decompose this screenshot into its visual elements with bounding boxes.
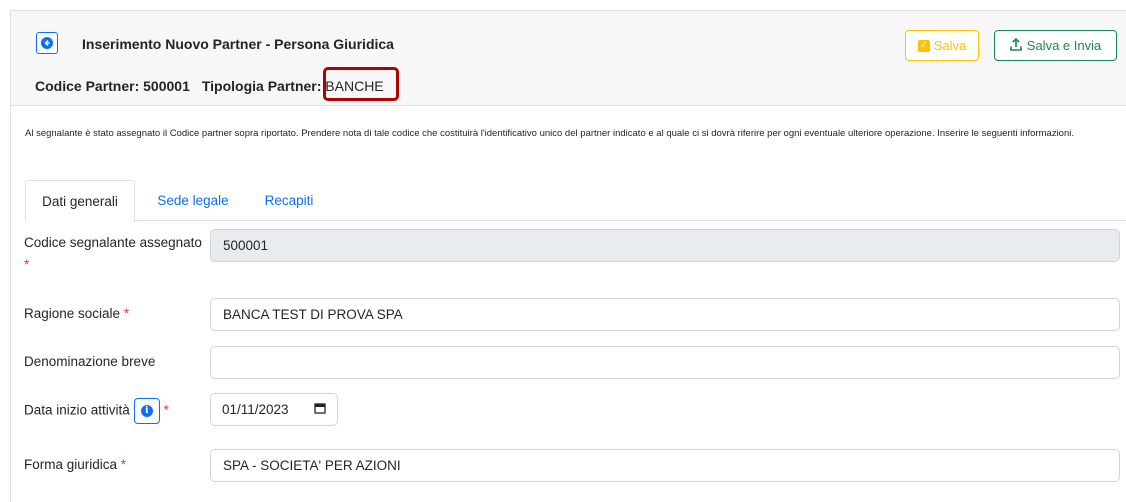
info-circle-icon: i (140, 405, 153, 417)
calendar-icon[interactable] (314, 402, 326, 417)
highlight-box (323, 67, 399, 101)
tab-bar: Dati generali Sede legale Recapiti (25, 180, 1126, 222)
save-and-send-label: Salva e Invia (1026, 38, 1102, 53)
ragione-sociale-input[interactable]: BANCA TEST DI PROVA SPA (210, 298, 1120, 331)
codice-segnalante-field: 500001 (210, 229, 1120, 262)
codice-partner-value: 500001 (143, 78, 190, 94)
data-inizio-date-input[interactable]: 01/11/2023 (210, 393, 338, 426)
check-square-icon: ✓ (917, 39, 930, 52)
forma-giuridica-label: Forma giuridica * (24, 457, 127, 472)
back-button[interactable] (36, 32, 58, 54)
info-button[interactable]: i (133, 398, 160, 424)
tab-dati-generali[interactable]: Dati generali (25, 180, 135, 222)
save-and-send-button[interactable]: Salva e Invia (994, 30, 1117, 61)
codice-segnalante-label: Codice segnalante assegnato * (24, 235, 202, 272)
data-inizio-label: Data inizio attività i * (24, 398, 169, 424)
codice-partner-label: Codice Partner: (35, 78, 140, 94)
tab-recapiti[interactable]: Recapiti (249, 180, 329, 221)
save-button-label: Salva (933, 38, 967, 53)
tab-sede-legale[interactable]: Sede legale (143, 180, 243, 221)
card-header: Inserimento Nuovo Partner - Persona Giur… (11, 11, 1126, 106)
upload-icon (1009, 37, 1022, 54)
notice-text: Al segnalante è stato assegnato il Codic… (25, 128, 1074, 139)
tipologia-partner-label: Tipologia Partner: (201, 78, 322, 94)
arrow-left-circle-icon (41, 37, 53, 49)
page-title: Inserimento Nuovo Partner - Persona Giur… (82, 36, 394, 52)
ragione-sociale-label: Ragione sociale * (24, 306, 130, 321)
save-button[interactable]: ✓ Salva (905, 30, 979, 61)
denominazione-breve-label: Denominazione breve (24, 354, 156, 369)
denominazione-breve-input[interactable] (210, 346, 1120, 379)
forma-giuridica-select[interactable]: SPA - SOCIETA' PER AZIONI (210, 449, 1120, 482)
